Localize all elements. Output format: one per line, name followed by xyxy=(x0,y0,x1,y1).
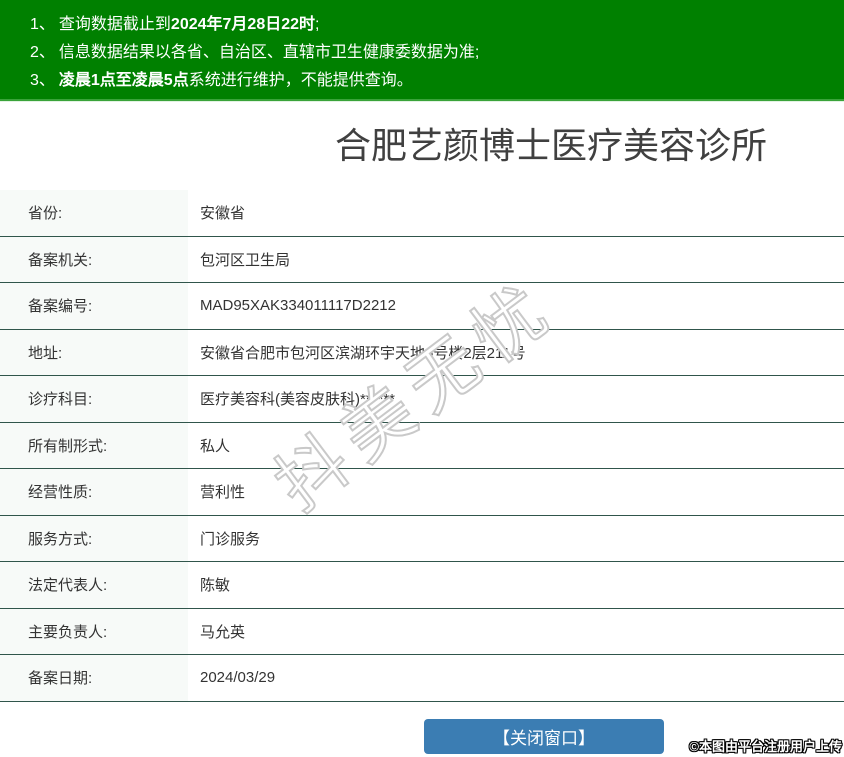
notice-number: 3、 xyxy=(30,72,55,89)
notice-line-1: 1、 查询数据截止到2024年7月28日22时; xyxy=(30,11,844,39)
field-value: 安徽省 xyxy=(188,190,844,236)
table-row-ownership-form: 所有制形式: 私人 xyxy=(0,422,844,469)
field-label: 主要负责人: xyxy=(0,608,188,654)
table-row-registration-date: 备案日期: 2024/03/29 xyxy=(0,655,844,702)
notice-number: 1、 xyxy=(30,16,55,33)
table-row-legal-representative: 法定代表人: 陈敏 xyxy=(0,562,844,609)
field-value: 私人 xyxy=(188,422,844,468)
field-value: 营利性 xyxy=(188,469,844,515)
notice-banner: 1、 查询数据截止到2024年7月28日22时; 2、 信息数据结果以各省、自治区、… xyxy=(0,0,844,101)
field-label: 备案日期: xyxy=(0,655,188,701)
field-value: 马允英 xyxy=(188,608,844,654)
field-label: 经营性质: xyxy=(0,469,188,515)
notice-line-2: 2、 信息数据结果以各省、自治区、直辖市卫生健康委数据为准; xyxy=(30,39,844,67)
field-value: 陈敏 xyxy=(188,562,844,608)
page-title: 合肥艺颜博士医疗美容诊所 xyxy=(334,125,767,166)
field-label: 服务方式: xyxy=(0,515,188,561)
corner-attribution-watermark: ©本图由平台注册用户上传 xyxy=(689,739,842,754)
field-value: MAD95XAK334011117D2212 xyxy=(188,283,844,329)
notice-number: 2、 xyxy=(30,44,55,61)
field-value: 包河区卫生局 xyxy=(188,236,844,282)
field-value: 安徽省合肥市包河区滨湖环宇天地6号楼2层211号 xyxy=(188,329,844,375)
close-window-button[interactable]: 【关闭窗口】 xyxy=(424,719,664,754)
notice-text-bold: 凌晨1点至凌晨5点 xyxy=(58,72,189,89)
notice-line-3: 3、 凌晨1点至凌晨5点系统进行维护，不能提供查询。 xyxy=(30,67,844,95)
field-label: 诊疗科目: xyxy=(0,376,188,422)
notice-text-bold: 2024年7月28日22时 xyxy=(170,16,316,33)
field-label: 备案编号: xyxy=(0,283,188,329)
field-value: 2024/03/29 xyxy=(188,655,844,701)
field-label: 备案机关: xyxy=(0,236,188,282)
notice-text: 查询数据截止到 xyxy=(58,16,171,33)
record-table: 省份: 安徽省 备案机关: 包河区卫生局 备案编号: MAD95XAK33401… xyxy=(0,190,844,702)
notice-text: 系统进行维护，不能提供查询。 xyxy=(188,72,413,89)
table-row-service-mode: 服务方式: 门诊服务 xyxy=(0,515,844,562)
notice-text: 信息数据结果以各省、自治区、直辖市卫生健康委数据为准; xyxy=(58,44,480,61)
field-label: 地址: xyxy=(0,329,188,375)
field-label: 所有制形式: xyxy=(0,422,188,468)
table-row-principal-person: 主要负责人: 马允英 xyxy=(0,608,844,655)
table-row-diagnosis-subjects: 诊疗科目: 医疗美容科(美容皮肤科)****** xyxy=(0,376,844,423)
title-section: 合肥艺颜博士医疗美容诊所 xyxy=(0,101,844,190)
field-value: 医疗美容科(美容皮肤科)****** xyxy=(188,376,844,422)
table-row-registration-number: 备案编号: MAD95XAK334011117D2212 xyxy=(0,283,844,330)
field-label: 法定代表人: xyxy=(0,562,188,608)
notice-text: ; xyxy=(315,16,320,33)
field-label: 省份: xyxy=(0,190,188,236)
field-value: 门诊服务 xyxy=(188,515,844,561)
table-row-address: 地址: 安徽省合肥市包河区滨湖环宇天地6号楼2层211号 xyxy=(0,329,844,376)
table-row-province: 省份: 安徽省 xyxy=(0,190,844,237)
table-row-business-nature: 经营性质: 营利性 xyxy=(0,469,844,516)
table-row-registration-authority: 备案机关: 包河区卫生局 xyxy=(0,236,844,283)
